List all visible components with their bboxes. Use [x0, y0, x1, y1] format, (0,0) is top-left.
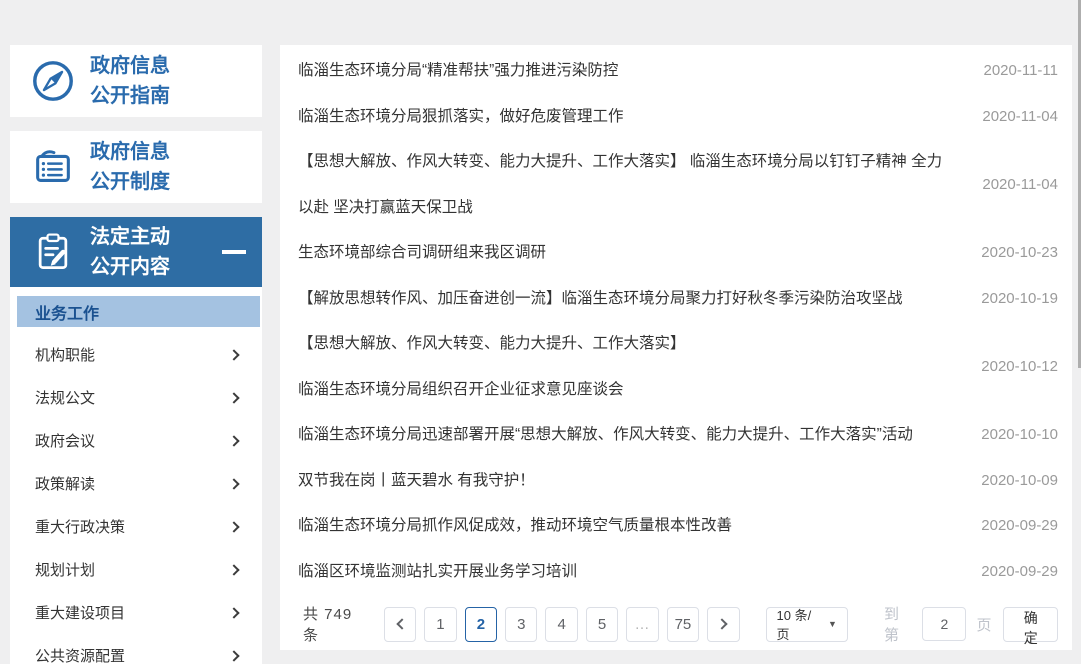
chevron-right-icon	[228, 520, 240, 533]
sidebar-item-major-construction[interactable]: 重大建设项目	[10, 591, 262, 634]
confirm-button[interactable]: 确定	[1003, 606, 1059, 646]
chevron-right-icon	[228, 434, 240, 447]
page-button-1[interactable]: 1	[424, 606, 457, 642]
sidebar-item-major-decisions[interactable]: 重大行政决策	[10, 505, 262, 548]
news-list-item[interactable]: 生态环境部综合司调研组来我区调研 2020-10-23	[298, 230, 1058, 276]
next-page-button[interactable]	[707, 606, 740, 642]
news-list-item[interactable]: 临淄生态环境分局“精准帮扶”强力推进污染防控 2020-11-11	[298, 48, 1058, 94]
sidebar-card-label: 政府信息 公开指南	[90, 51, 170, 111]
goto-page-input[interactable]	[922, 607, 967, 641]
submenu-label: 政府会议	[35, 433, 96, 450]
label-line-1: 政府信息	[90, 55, 170, 77]
submenu-label: 公共资源配置	[35, 648, 126, 664]
sidebar-item-business-work[interactable]: 业务工作	[17, 296, 260, 327]
chevron-left-icon	[395, 618, 408, 630]
news-date: 2020-11-04	[982, 176, 1058, 193]
submenu-label: 重大建设项目	[35, 605, 126, 622]
collapse-minus-icon[interactable]	[222, 250, 246, 254]
news-list-item[interactable]: 【解放思想转作风、加压奋进创一流】临淄生态环境分局聚力打好秋冬季污染防治攻坚战 …	[298, 276, 1058, 322]
news-list-item[interactable]: 双节我在岗丨蓝天碧水 有我守护！ 2020-10-09	[298, 458, 1058, 504]
chevron-right-icon	[228, 391, 240, 404]
chevron-right-icon	[228, 348, 240, 361]
label-line-1: 政府信息	[90, 141, 170, 163]
caret-down-icon: ▼	[828, 619, 837, 629]
news-title[interactable]: 临淄生态环境分局狠抓落实，做好危废管理工作	[298, 94, 974, 140]
sidebar-item-agency-functions[interactable]: 机构职能	[10, 333, 262, 376]
page-size-select[interactable]: 10 条/页 ▼	[765, 606, 848, 642]
chevron-right-icon	[228, 606, 240, 619]
total-count: 共 749 条	[303, 606, 353, 644]
sidebar-item-gov-meetings[interactable]: 政府会议	[10, 419, 262, 462]
label-line-2: 公开指南	[90, 85, 170, 107]
submenu-label: 法规公文	[35, 390, 96, 407]
page: 政府信息 公开指南 政府信息 公开制度 法定主动 公开内容 业务工作 机构职能 …	[0, 0, 1081, 664]
news-date: 2020-11-11	[983, 62, 1058, 80]
chevron-right-icon	[228, 477, 240, 490]
page-button-75[interactable]: 75	[666, 606, 700, 642]
news-date: 2020-09-29	[981, 562, 1058, 580]
news-date: 2020-10-12	[981, 358, 1058, 375]
news-title[interactable]: 临淄生态环境分局“精准帮扶”强力推进污染防控	[298, 48, 974, 94]
compass-icon	[30, 58, 76, 104]
news-title[interactable]: 【思想大解放、作风大转变、能力大提升、工作大落实】 临淄生态环境分局以钉钉子精神…	[298, 139, 974, 230]
news-title[interactable]: 临淄生态环境分局抓作风促成效，推动环境空气质量根本性改善	[298, 503, 974, 549]
clipboard-pencil-icon	[30, 229, 76, 275]
submenu-label: 政策解读	[35, 476, 96, 493]
sidebar-card-label: 政府信息 公开制度	[90, 137, 170, 197]
pagination-bar: 共 749 条 1 2 3 4 5 … 75 10 条/页 ▼ 到第 页 确定	[298, 606, 1059, 646]
news-date: 2020-10-10	[981, 426, 1058, 444]
sidebar-item-planning[interactable]: 规划计划	[10, 548, 262, 591]
news-title[interactable]: 生态环境部综合司调研组来我区调研	[298, 230, 974, 276]
sidebar-submenu: 业务工作 机构职能 法规公文 政府会议 政策解读 重大行政决策 规划计划 重大建…	[10, 287, 262, 664]
submenu-label: 重大行政决策	[35, 519, 126, 536]
chevron-right-icon	[228, 563, 240, 576]
news-list-item[interactable]: 临淄生态环境分局迅速部署开展“思想大解放、作风大转变、能力大提升、工作大落实”活…	[298, 412, 1058, 458]
sidebar-item-public-resources[interactable]: 公共资源配置	[10, 634, 262, 664]
news-date: 2020-10-09	[981, 471, 1058, 489]
submenu-label: 规划计划	[35, 562, 96, 579]
label-line-2: 公开制度	[90, 171, 170, 193]
news-title[interactable]: 【解放思想转作风、加压奋进创一流】临淄生态环境分局聚力打好秋冬季污染防治攻坚战	[298, 276, 974, 322]
page-button-5[interactable]: 5	[585, 606, 619, 642]
sidebar-item-gov-info-system[interactable]: 政府信息 公开制度	[10, 131, 262, 203]
news-list-item[interactable]: 【思想大解放、作风大转变、能力大提升、工作大落实】 临淄生态环境分局以钉钉子精神…	[298, 139, 1058, 230]
more-pages-button[interactable]: …	[626, 606, 659, 642]
news-list-item[interactable]: 临淄区环境监测站扎实开展业务学习培训 2020-09-29	[298, 549, 1058, 595]
submenu-label: 机构职能	[35, 347, 96, 364]
goto-suffix-label: 页	[976, 616, 992, 634]
news-date: 2020-10-19	[981, 289, 1058, 307]
label-line-2: 公开内容	[90, 256, 170, 278]
news-title[interactable]: 临淄区环境监测站扎实开展业务学习培训	[298, 549, 974, 595]
prev-page-button[interactable]	[383, 606, 417, 642]
news-title[interactable]: 临淄生态环境分局迅速部署开展“思想大解放、作风大转变、能力大提升、工作大落实”活…	[298, 412, 974, 458]
sidebar-item-policy-interpretation[interactable]: 政策解读	[10, 462, 262, 505]
news-date: 2020-11-04	[982, 107, 1058, 125]
page-button-2-active[interactable]: 2	[464, 606, 498, 642]
chevron-right-icon	[228, 649, 240, 662]
sidebar-item-gov-info-guide[interactable]: 政府信息 公开指南	[10, 45, 262, 117]
page-button-3[interactable]: 3	[505, 606, 538, 642]
ledger-icon	[30, 144, 76, 190]
news-date: 2020-10-23	[981, 244, 1058, 262]
news-date: 2020-09-29	[981, 517, 1058, 535]
news-list-item[interactable]: 【思想大解放、作风大转变、能力大提升、工作大落实】 临淄生态环境分局组织召开企业…	[298, 321, 1058, 412]
sidebar-item-regulations[interactable]: 法规公文	[10, 376, 262, 419]
page-size-value: 10 条/页	[776, 608, 812, 642]
news-title[interactable]: 【思想大解放、作风大转变、能力大提升、工作大落实】 临淄生态环境分局组织召开企业…	[298, 321, 974, 412]
page-button-4[interactable]: 4	[545, 606, 578, 642]
news-list-panel: 临淄生态环境分局“精准帮扶”强力推进污染防控 2020-11-11 临淄生态环境…	[280, 45, 1072, 650]
news-title[interactable]: 双节我在岗丨蓝天碧水 有我守护！	[298, 458, 974, 504]
goto-prefix-label: 到第	[883, 606, 899, 644]
label-line-1: 法定主动	[90, 226, 170, 248]
sidebar-card-label: 法定主动 公开内容	[90, 222, 170, 282]
news-list-item[interactable]: 临淄生态环境分局狠抓落实，做好危废管理工作 2020-11-04	[298, 94, 1058, 140]
news-list-item[interactable]: 临淄生态环境分局抓作风促成效，推动环境空气质量根本性改善 2020-09-29	[298, 503, 1058, 549]
chevron-right-icon	[716, 618, 728, 630]
sidebar-item-statutory-disclosure[interactable]: 法定主动 公开内容	[10, 217, 262, 287]
